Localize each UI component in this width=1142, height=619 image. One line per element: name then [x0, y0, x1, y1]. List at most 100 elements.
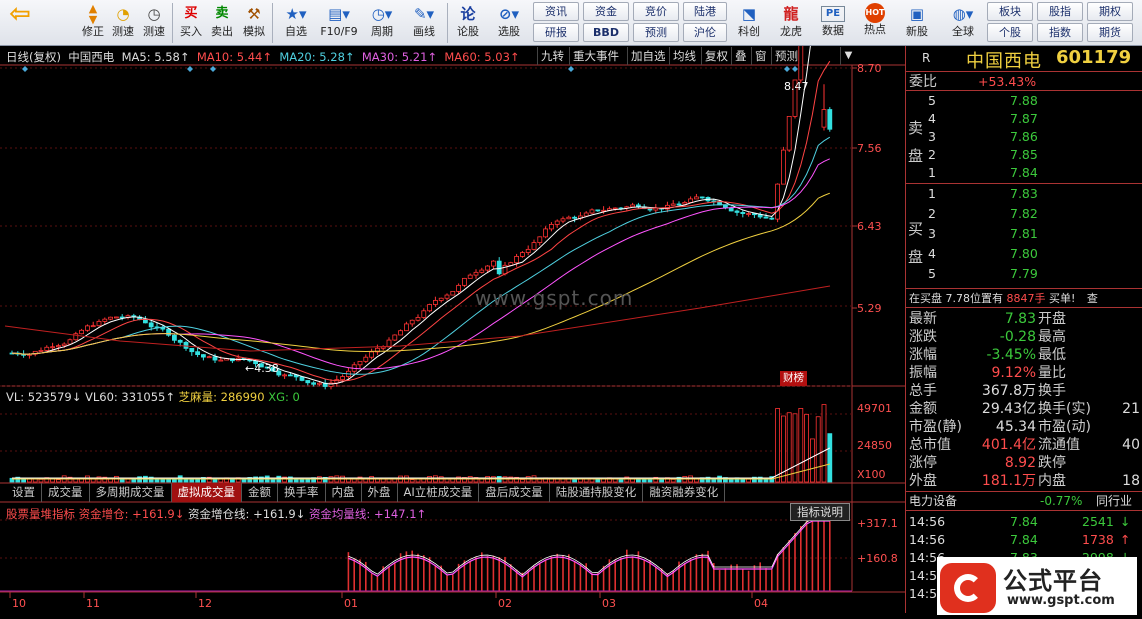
volume-tick-label: 49701: [857, 402, 892, 415]
candlestick: [398, 330, 404, 336]
candlestick: [114, 316, 119, 319]
indicator-tab-4[interactable]: 金额: [242, 483, 278, 502]
candlestick: [200, 354, 206, 358]
volume-bar: [189, 479, 195, 483]
chart-btn-3[interactable]: 均线: [669, 47, 699, 65]
candlestick: [496, 260, 502, 275]
chart-btn-6[interactable]: 窗: [751, 47, 770, 65]
data-button[interactable]: PE 数据: [815, 2, 851, 44]
indicator-tick-label: +160.8: [857, 552, 898, 565]
stock-button[interactable]: 个股: [987, 23, 1033, 42]
london-connect-button[interactable]: 沪伦: [683, 23, 727, 42]
indicator-tab-11[interactable]: 融资融券变化: [643, 483, 726, 502]
buy-level-row[interactable]: 2 7.82: [906, 205, 1142, 223]
simulate-button[interactable]: ⚒ 模拟: [240, 2, 268, 44]
event-marker-icon: [792, 66, 798, 72]
sector-button[interactable]: 板块: [987, 2, 1033, 21]
options-button[interactable]: 期权: [1087, 2, 1133, 21]
indicator-tab-10[interactable]: 陆股通持股变化: [550, 483, 644, 502]
sell-level-row[interactable]: 3 7.86: [906, 128, 1142, 146]
volume-bar: [746, 478, 751, 483]
kline-chart-area[interactable]: 8.70 7.56 6.43 5.29 49701 24850 X100 +317.1 +160…: [0, 46, 906, 613]
indicator-tab-6[interactable]: 内盘: [326, 483, 362, 502]
buy-book: 买盘 1 7.83 2 7.82 3 7.81 4 7.80 5 7.79: [906, 185, 1142, 289]
order-alert-check-button[interactable]: 查: [1087, 292, 1098, 305]
ma60-line: [11, 192, 830, 355]
sector-row[interactable]: 电力设备 -0.77% 同行业: [906, 491, 1142, 511]
candlestick: [299, 376, 305, 381]
funds-button[interactable]: 资金: [583, 2, 629, 21]
sell-icon: 卖: [215, 6, 229, 21]
kline-chart-canvas[interactable]: 8.70 7.56 6.43 5.29 49701 24850 X100 +317.1 +160…: [0, 46, 906, 613]
auction-button[interactable]: 竞价: [633, 2, 679, 21]
buy-icon: 买: [184, 6, 198, 21]
volume-bar: [212, 478, 218, 483]
research-button[interactable]: 研报: [533, 23, 579, 42]
indicator-tab-8[interactable]: AI立桩成交量: [398, 483, 480, 502]
dragon-tiger-button[interactable]: 龍龙虎: [773, 2, 809, 44]
indicator-tab-9[interactable]: 盘后成交量: [479, 483, 550, 502]
indicator-tab-2[interactable]: 多周期成交量: [90, 483, 172, 502]
index-futures-button[interactable]: 股指: [1037, 2, 1083, 21]
buy-level-row[interactable]: 1 7.83: [906, 185, 1142, 203]
chart-btn-4[interactable]: 复权: [701, 47, 731, 65]
toolbar-separator: [172, 3, 173, 43]
watchlist-button[interactable]: ★▾ 自选: [277, 2, 315, 44]
chart-btn-5[interactable]: 叠: [731, 47, 750, 65]
futures-button[interactable]: 期货: [1087, 23, 1133, 42]
quote-stock-name: 中国西电: [966, 51, 1042, 72]
kechuang-button[interactable]: ⬔ 科创: [731, 2, 767, 44]
candlestick: [699, 196, 705, 199]
candlestick: [514, 256, 519, 264]
indicator-name: 股票量堆指标: [6, 507, 75, 521]
buy-button[interactable]: 买买入: [178, 2, 204, 44]
toolbar-separator: [447, 3, 448, 43]
indicator-tab-7[interactable]: 外盘: [362, 483, 398, 502]
speed-test-button[interactable]: ◔ 测速: [110, 2, 136, 44]
chart-btn-2[interactable]: 加自选: [627, 47, 669, 65]
clock-icon: ◷: [147, 5, 161, 23]
measure-button[interactable]: ◷ 测速: [140, 2, 168, 44]
forecast-button[interactable]: 预测: [633, 23, 679, 42]
news-button[interactable]: 资讯: [533, 2, 579, 21]
draw-line-button[interactable]: ✎▾ 画线: [405, 2, 443, 44]
back-button[interactable]: ⇦: [0, 1, 40, 44]
discuss-button[interactable]: 论论股: [452, 2, 484, 44]
chart-btn-1[interactable]: 重大事件: [569, 47, 622, 65]
caibang-badge[interactable]: 财榜: [780, 371, 807, 386]
new-stock-button[interactable]: ▣ 新股: [899, 2, 935, 44]
buy-level-row[interactable]: 5 7.79: [906, 265, 1142, 283]
gspt-logo-url: www.gspt.com: [1007, 593, 1115, 608]
stock-screen-button[interactable]: ⊘▾ 选股: [490, 2, 528, 44]
hot-button[interactable]: HOT 热点: [857, 2, 893, 44]
index-button[interactable]: 指数: [1037, 23, 1083, 42]
buy-level-row[interactable]: 4 7.80: [906, 245, 1142, 263]
sell-level-row[interactable]: 1 7.84: [906, 164, 1142, 182]
chart-btn-0[interactable]: 九转: [537, 47, 567, 65]
period-button[interactable]: ◷▾ 周期: [363, 2, 401, 44]
candlestick: [102, 318, 108, 322]
price-tick-label: 8.70: [857, 62, 882, 75]
sell-level-row[interactable]: 4 7.87: [906, 110, 1142, 128]
bbd-button[interactable]: BBD: [583, 23, 629, 42]
indicator-tab-3[interactable]: 虚拟成交量: [171, 483, 242, 502]
f10-button[interactable]: ▤▾ F10/F9: [318, 2, 360, 44]
correct-button[interactable]: ▲ ▼ 修正: [80, 2, 106, 44]
pen-icon: ✎▾: [413, 5, 435, 23]
indicator-tab-1[interactable]: 成交量: [42, 483, 90, 502]
indicator-tab-5[interactable]: 换手率: [278, 483, 326, 502]
stat-row: 涨停 8.92 跌停: [909, 455, 1066, 471]
buy-level-row[interactable]: 3 7.81: [906, 225, 1142, 243]
stat-row: 最新 7.83 开盘: [909, 311, 1066, 327]
gavel-icon: ⚒: [247, 5, 261, 23]
indicator-help-button[interactable]: 指标说明: [790, 503, 850, 521]
sell-level-row[interactable]: 5 7.88: [906, 92, 1142, 110]
sell-level-row[interactable]: 2 7.85: [906, 146, 1142, 164]
same-industry-link[interactable]: 同行业: [1096, 492, 1132, 510]
hk-connect-button[interactable]: 陆港: [683, 2, 727, 21]
chart-menu-dropdown-icon[interactable]: ▼: [840, 47, 856, 65]
indicator-tab-0[interactable]: 设置: [6, 483, 42, 502]
global-button[interactable]: ◍▾ 全球: [944, 2, 982, 44]
chart-btn-7[interactable]: 预测: [771, 47, 801, 65]
sell-button[interactable]: 卖卖出: [209, 2, 235, 44]
